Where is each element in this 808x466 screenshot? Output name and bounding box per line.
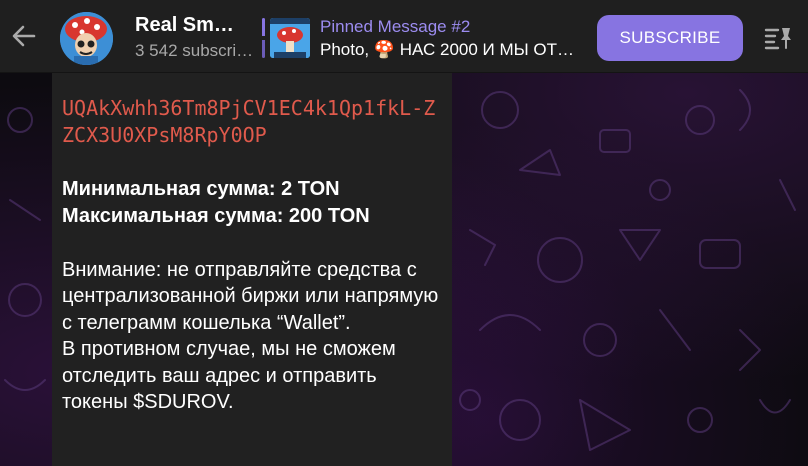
pinned-title: Pinned Message #2 bbox=[320, 17, 471, 36]
pinned-list-icon bbox=[764, 28, 791, 50]
arrow-left-icon bbox=[12, 25, 36, 47]
amount-limits: Минимальная сумма: 2 TON Максимальная су… bbox=[62, 176, 442, 230]
channel-title[interactable]: Real Sm… bbox=[135, 14, 255, 37]
warning-text: Внимание: не отправляйте средства с цент… bbox=[62, 257, 442, 415]
warning-paragraph-2: В противном случае, мы не сможем отследи… bbox=[62, 338, 396, 414]
pinned-list-button[interactable] bbox=[760, 20, 796, 56]
pinned-preview-text: Photo, 🍄 НАС 2000 И МЫ ОТ… bbox=[320, 40, 575, 59]
pinned-indicator bbox=[262, 18, 265, 58]
min-amount-line: Минимальная сумма: 2 TON bbox=[62, 178, 340, 200]
mushroom-avatar-image bbox=[60, 12, 113, 65]
pinned-thumbnail bbox=[270, 18, 310, 58]
pinned-photo-image bbox=[270, 18, 310, 58]
max-amount-line: Максимальная сумма: 200 TON bbox=[62, 205, 370, 227]
back-button[interactable] bbox=[8, 20, 40, 52]
message-bubble: UQAkXwhh36Tm8PjCV1EC4k1Qp1fkL-ZZCX3U0XPs… bbox=[52, 73, 452, 466]
subscriber-count: 3 542 subscri… bbox=[135, 41, 254, 60]
pinned-message-bar[interactable]: Pinned Message #2 Photo, 🍄 НАС 2000 И МЫ… bbox=[262, 14, 580, 62]
channel-avatar[interactable] bbox=[60, 12, 113, 65]
chat-header: Real Sm… 3 542 subscri… Pinned Message #… bbox=[0, 0, 808, 73]
subscribe-button[interactable]: SUBSCRIBE bbox=[597, 15, 743, 61]
warning-paragraph-1: Внимание: не отправляйте средства с цент… bbox=[62, 259, 439, 334]
wallet-address[interactable]: UQAkXwhh36Tm8PjCV1EC4k1Qp1fkL-ZZCX3U0XPs… bbox=[62, 95, 442, 149]
